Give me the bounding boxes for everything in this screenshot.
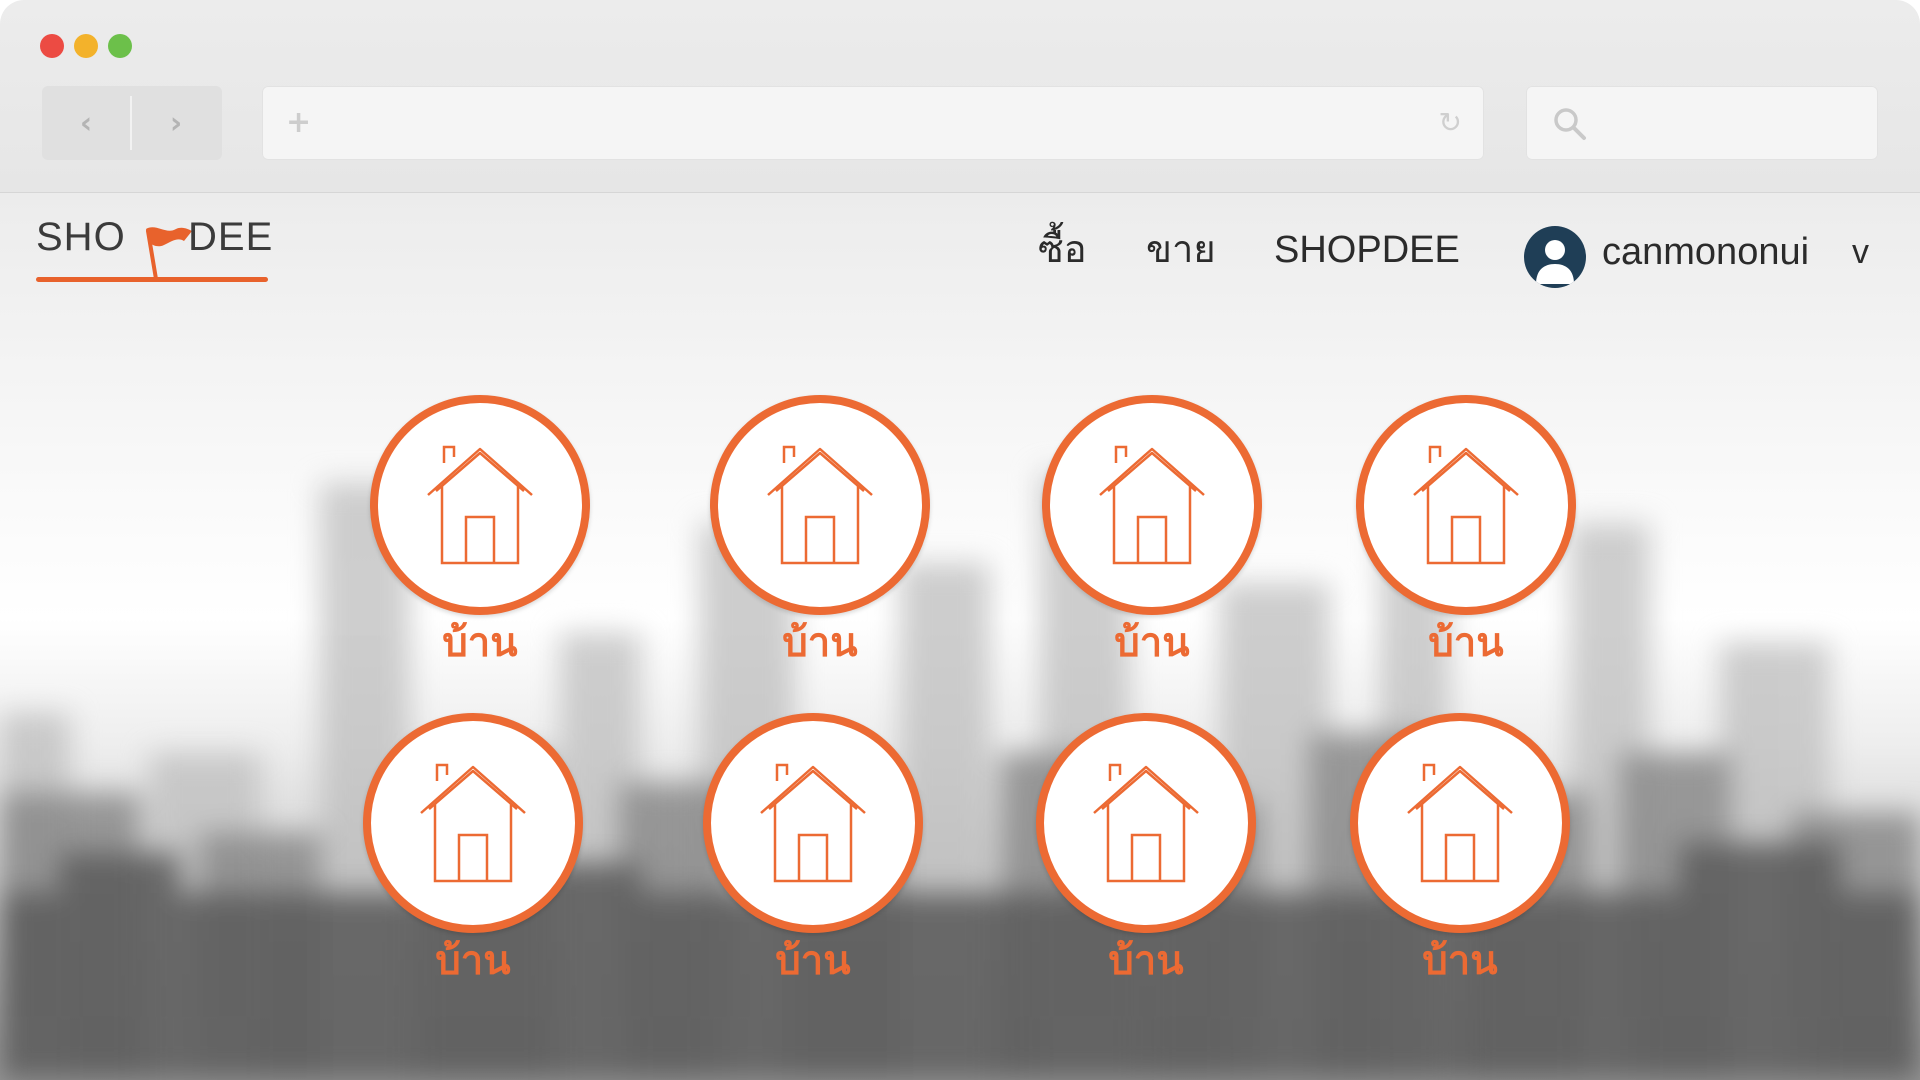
- history-nav: ‹ ›: [42, 86, 222, 160]
- flag-icon: [146, 227, 192, 279]
- logo-text-right: DEE: [188, 215, 274, 259]
- forward-button[interactable]: ›: [132, 86, 220, 160]
- chevron-right-icon: ›: [169, 105, 183, 141]
- reload-icon[interactable]: ↻: [1439, 104, 1462, 142]
- category-icon-circle[interactable]: [1350, 713, 1570, 933]
- category-label[interactable]: บ้าน: [370, 617, 590, 669]
- shopdee-logo[interactable]: SHO DEE: [36, 215, 272, 287]
- search-icon: [1554, 108, 1586, 140]
- category-label[interactable]: บ้าน: [1356, 617, 1576, 669]
- nav-buy-link[interactable]: ซื้อ: [1038, 225, 1087, 275]
- logo-text-left: SHO: [36, 215, 126, 259]
- browser-search-field[interactable]: [1526, 86, 1878, 160]
- user-avatar[interactable]: [1524, 226, 1586, 288]
- category-label[interactable]: บ้าน: [710, 617, 930, 669]
- category-label[interactable]: บ้าน: [363, 935, 583, 987]
- browser-toolbar: ‹ › + ↻: [0, 0, 1920, 193]
- browser-window: ‹ › + ↻ SHO DEE ซื้อ ขาย SHOPDEE canmono…: [0, 0, 1920, 1080]
- minimize-window-button[interactable]: [74, 34, 98, 58]
- chevron-left-icon: ‹: [79, 105, 93, 141]
- category-tile[interactable]: บ้าน: [370, 395, 590, 685]
- username[interactable]: canmononui: [1602, 227, 1809, 277]
- category-tile[interactable]: บ้าน: [1042, 395, 1262, 685]
- category-icon-circle[interactable]: [370, 395, 590, 615]
- zoom-window-button[interactable]: [108, 34, 132, 58]
- category-label[interactable]: บ้าน: [1036, 935, 1256, 987]
- user-menu-toggle[interactable]: v: [1852, 227, 1869, 277]
- new-tab-icon[interactable]: +: [286, 104, 311, 142]
- house-icon: [420, 763, 526, 883]
- category-icon-circle[interactable]: [1042, 395, 1262, 615]
- category-icon-circle[interactable]: [1036, 713, 1256, 933]
- category-icon-circle[interactable]: [710, 395, 930, 615]
- category-icon-circle[interactable]: [703, 713, 923, 933]
- nav-shopdee-link[interactable]: SHOPDEE: [1274, 225, 1460, 275]
- house-icon: [1413, 445, 1519, 565]
- category-label[interactable]: บ้าน: [1350, 935, 1570, 987]
- category-tile[interactable]: บ้าน: [710, 395, 930, 685]
- back-button[interactable]: ‹: [42, 86, 130, 160]
- category-icon-circle[interactable]: [1356, 395, 1576, 615]
- category-tile[interactable]: บ้าน: [363, 713, 583, 1003]
- category-tile[interactable]: บ้าน: [1356, 395, 1576, 685]
- close-window-button[interactable]: [40, 34, 64, 58]
- house-icon: [427, 445, 533, 565]
- house-icon: [1407, 763, 1513, 883]
- category-tile[interactable]: บ้าน: [1350, 713, 1570, 1003]
- house-icon: [1093, 763, 1199, 883]
- logo-underline: [36, 277, 268, 282]
- user-icon: [1536, 240, 1574, 284]
- category-tile[interactable]: บ้าน: [1036, 713, 1256, 1003]
- category-label[interactable]: บ้าน: [703, 935, 923, 987]
- category-tile[interactable]: บ้าน: [703, 713, 923, 1003]
- house-icon: [767, 445, 873, 565]
- web-page: SHO DEE ซื้อ ขาย SHOPDEE canmononui v บ้…: [0, 193, 1920, 1080]
- house-icon: [1099, 445, 1205, 565]
- category-icon-circle[interactable]: [363, 713, 583, 933]
- address-bar[interactable]: + ↻: [262, 86, 1484, 160]
- house-icon: [760, 763, 866, 883]
- city-skyline-background: [0, 473, 1920, 1080]
- nav-sell-link[interactable]: ขาย: [1146, 225, 1216, 275]
- category-label[interactable]: บ้าน: [1042, 617, 1262, 669]
